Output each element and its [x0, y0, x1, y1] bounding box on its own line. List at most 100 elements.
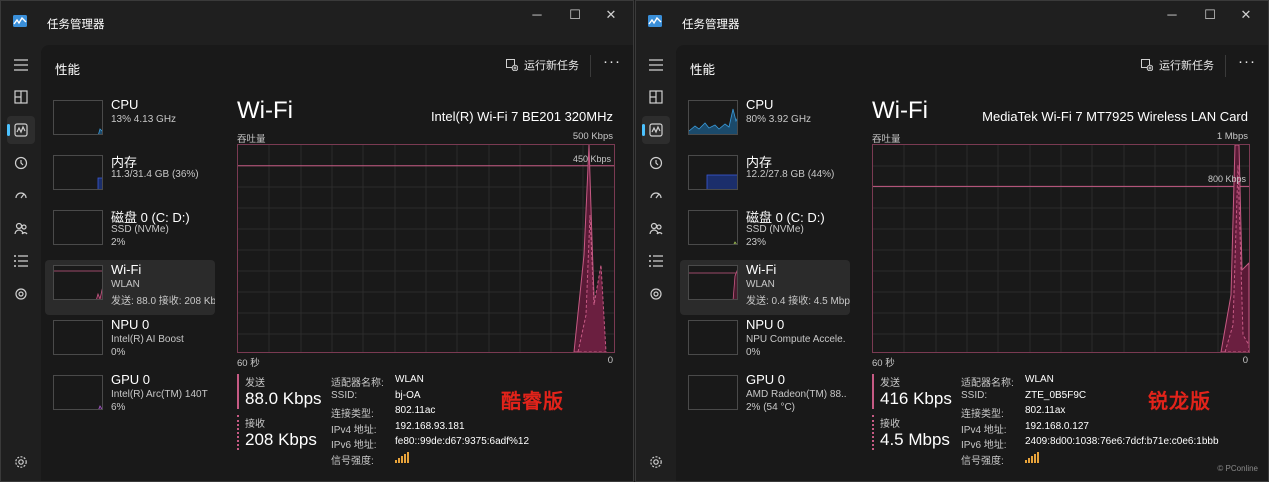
users-icon[interactable] [642, 214, 670, 242]
sidebar-item-wifi[interactable]: Wi-Fi WLAN 发送: 0.4 接收: 4.5 Mbps [680, 260, 850, 315]
startup-apps-icon[interactable] [642, 181, 670, 209]
prop-key: IPv6 地址: [331, 440, 377, 451]
sidebar-item-memory[interactable]: 内存 11.3/31.4 GB (36%) [45, 150, 215, 205]
prop-key: IPv6 地址: [961, 440, 1007, 451]
prop-key: 适配器名称: [961, 378, 1014, 389]
performance-icon[interactable] [7, 116, 35, 144]
app-history-icon[interactable] [642, 149, 670, 177]
more-options-button[interactable]: ··· [1238, 53, 1256, 70]
window-title: 任务管理器 [682, 19, 740, 31]
sidebar-item-npu[interactable]: NPU 0 NPU Compute Accele. 0% [680, 315, 850, 370]
sidebar-item-gpu[interactable]: GPU 0 Intel(R) Arc(TM) 140T 6% [45, 370, 215, 425]
minimize-button[interactable]: ─ [519, 5, 555, 25]
prop-value: bj-OA [395, 389, 421, 401]
maximize-button[interactable]: ☐ [1192, 5, 1228, 25]
header-divider [590, 55, 591, 77]
prop-value: 2409:8d00:1038:76e6:7dcf:b71e:c0e6:1bbb [1025, 436, 1219, 447]
sidebar-item-label: NPU 0 [746, 317, 785, 332]
details-icon[interactable] [7, 247, 35, 275]
maximize-button[interactable]: ☐ [557, 5, 593, 25]
prop-value: 802.11ax [1025, 405, 1066, 416]
sidebar-item-label: CPU [746, 97, 774, 112]
sidebar-item-wifi[interactable]: Wi-Fi WLAN 发送: 88.0 接收: 208 Kbps [45, 260, 215, 315]
page-title: 性能 [55, 63, 81, 77]
prop-value: ZTE_0B5F9C [1025, 389, 1087, 401]
details-icon[interactable] [642, 247, 670, 275]
close-button[interactable]: ✕ [593, 5, 629, 25]
graph-x-right-label: 0 [607, 355, 613, 366]
run-new-task-label: 运行新任务 [524, 60, 579, 72]
sidebar-item-memory[interactable]: 内存 12.2/27.8 GB (44%) [680, 150, 850, 205]
performance-icon[interactable] [642, 116, 670, 144]
run-new-task-label: 运行新任务 [1159, 60, 1214, 72]
sidebar-item-npu[interactable]: NPU 0 Intel(R) AI Boost 0% [45, 315, 215, 370]
sidebar-item-usage: 0% [111, 347, 126, 358]
sidebar-item-detail: 11.3/31.4 GB (36%) [111, 169, 199, 180]
sidebar-item-usage: 23% [746, 237, 767, 248]
task-manager-window-left: 任务管理器 ─ ☐ ✕ 性能 运行新任务 ··· CPU 13% 4.13 GH… [0, 0, 634, 482]
processes-icon[interactable] [642, 83, 670, 111]
signal-strength-icon [395, 451, 409, 463]
send-label: 发送 [880, 378, 900, 389]
users-icon[interactable] [7, 214, 35, 242]
startup-apps-icon[interactable] [7, 181, 35, 209]
sidebar-item-usage: 6% [111, 402, 126, 413]
disk-thumbnail [53, 210, 103, 245]
sidebar-item-label: CPU [111, 97, 139, 112]
sidebar-item-detail: 13% 4.13 GHz [111, 114, 177, 125]
nav-rail [1, 45, 41, 481]
title-bar: 任务管理器 ─ ☐ ✕ [636, 1, 1268, 45]
prop-value: 192.168.0.127 [1025, 420, 1089, 432]
watermark: © PConline [1217, 464, 1258, 473]
hamburger-menu-icon[interactable] [7, 51, 35, 79]
throughput-graph-canvas: 450 Kbps [238, 144, 614, 353]
prop-row: SSID: bj-OA [331, 390, 529, 406]
services-icon[interactable] [642, 280, 670, 308]
sidebar-item-cpu[interactable]: CPU 13% 4.13 GHz [45, 95, 215, 150]
recv-stat: 接收 4.5 Mbps [872, 415, 950, 450]
cpu-thumbnail [53, 100, 103, 135]
more-options-button[interactable]: ··· [603, 53, 621, 70]
sidebar-item-disk[interactable]: 磁盘 0 (C: D:) SSD (NVMe) 23% [680, 205, 850, 260]
run-new-task-button[interactable]: 运行新任务 [1141, 57, 1214, 73]
prop-key: 连接类型: [331, 409, 374, 420]
sidebar-item-gpu[interactable]: GPU 0 AMD Radeon(TM) 88.. 2% (54 °C) [680, 370, 850, 425]
send-label: 发送 [245, 378, 265, 389]
settings-icon[interactable] [7, 448, 35, 476]
sidebar-item-detail: 80% 3.92 GHz [746, 114, 812, 125]
prop-row: IPv6 地址: 2409:8d00:1038:76e6:7dcf:b71e:c0… [961, 436, 1219, 452]
recv-label: 接收 [880, 419, 900, 430]
gpu-thumbnail [53, 375, 103, 410]
prop-key: IPv4 地址: [331, 424, 377, 436]
sidebar-item-usage: 0% [746, 347, 761, 358]
settings-icon[interactable] [642, 448, 670, 476]
disk-thumbnail [688, 210, 738, 245]
close-button[interactable]: ✕ [1228, 5, 1264, 25]
prop-key: 信号强度: [331, 455, 374, 467]
recv-stat: 接收 208 Kbps [237, 415, 317, 450]
memory-thumbnail [53, 155, 103, 190]
graph-max-label: 500 Kbps [572, 131, 613, 142]
edition-label: 酷睿版 [501, 391, 564, 413]
prop-key: SSID: [961, 389, 988, 401]
minimize-button[interactable]: ─ [1154, 5, 1190, 25]
run-task-icon [1141, 59, 1153, 71]
sidebar-item-disk[interactable]: 磁盘 0 (C: D:) SSD (NVMe) 2% [45, 205, 215, 260]
prop-row: 适配器名称: WLAN [331, 374, 529, 390]
throughput-label: 吞吐量 [872, 134, 901, 145]
panel-title: Wi-Fi [237, 97, 293, 124]
run-new-task-button[interactable]: 运行新任务 [506, 57, 579, 73]
sidebar-item-cpu[interactable]: CPU 80% 3.92 GHz [680, 95, 850, 150]
sidebar-item-detail: AMD Radeon(TM) 88.. [746, 389, 847, 400]
prop-key: 适配器名称: [331, 378, 384, 389]
services-icon[interactable] [7, 280, 35, 308]
sidebar-item-label: GPU 0 [111, 372, 151, 387]
sidebar-item-detail: SSD (NVMe) [111, 224, 169, 235]
app-history-icon[interactable] [7, 149, 35, 177]
task-manager-app-icon [648, 15, 662, 27]
sidebar-item-label: GPU 0 [746, 372, 786, 387]
processes-icon[interactable] [7, 83, 35, 111]
gpu-thumbnail [688, 375, 738, 410]
hamburger-menu-icon[interactable] [642, 51, 670, 79]
sidebar-item-detail: NPU Compute Accele. [746, 334, 846, 345]
